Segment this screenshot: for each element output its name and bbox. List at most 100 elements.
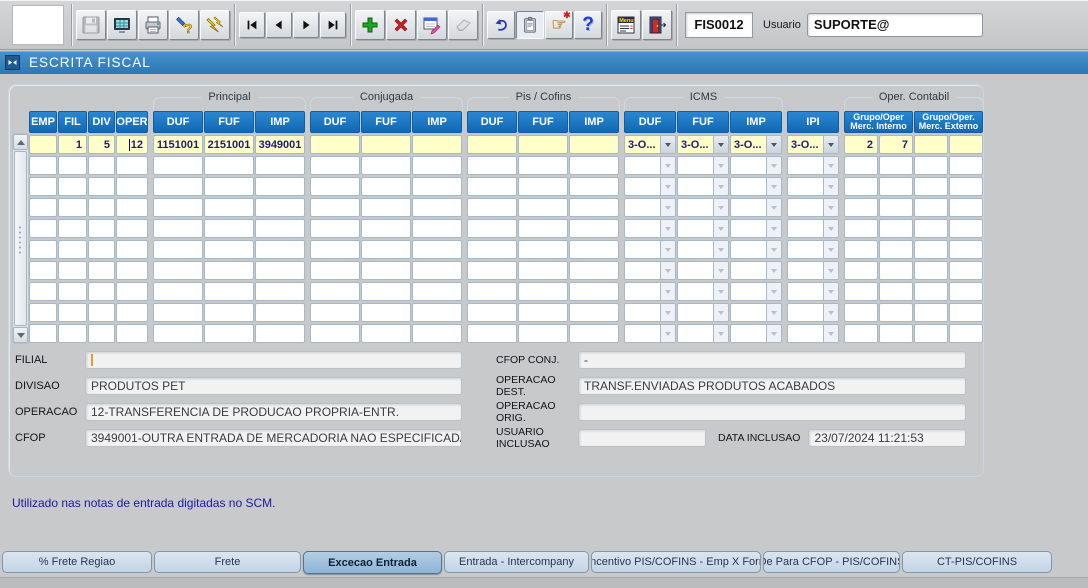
- cfop-field[interactable]: 3949001-OUTRA ENTRADA DE MERCADORIA NAO …: [85, 429, 462, 447]
- grid-cell-fil[interactable]: [58, 261, 87, 280]
- grid-cell-ge[interactable]: [914, 282, 948, 301]
- grid-cell-div[interactable]: [88, 261, 115, 280]
- grid-cell-c_fuf[interactable]: [361, 282, 411, 301]
- grid-cell-gi[interactable]: 2: [844, 135, 878, 154]
- grid-cell-icms_fuf[interactable]: [677, 240, 729, 259]
- grid-cell-ipi[interactable]: [787, 303, 839, 322]
- grid-cell-div[interactable]: [88, 303, 115, 322]
- grid-cell-pc_imp[interactable]: [569, 177, 619, 196]
- screen-button[interactable]: [107, 10, 137, 40]
- grid-cell-fil[interactable]: [58, 156, 87, 175]
- grid-cell-emp[interactable]: [29, 240, 57, 259]
- confirm-button[interactable]: ☞✱: [545, 11, 573, 39]
- grid-cell-pc_duf[interactable]: [467, 198, 517, 217]
- grid-cell-pc_fuf[interactable]: [518, 324, 568, 343]
- grid-cell-icms_duf[interactable]: [624, 282, 676, 301]
- grid-cell-c_imp[interactable]: [412, 303, 462, 322]
- grid-cell-ge[interactable]: [914, 261, 948, 280]
- grid-cell-c_duf[interactable]: [310, 282, 360, 301]
- grid-cell-c_imp[interactable]: [412, 240, 462, 259]
- grid-cell-c_duf[interactable]: [310, 240, 360, 259]
- grid-cell-pc_imp[interactable]: [569, 303, 619, 322]
- grid-cell-p_fuf[interactable]: [204, 177, 254, 196]
- grid-cell-icms_imp[interactable]: [730, 198, 782, 217]
- grid-cell-pc_fuf[interactable]: [518, 282, 568, 301]
- grid-cell-oper[interactable]: [116, 261, 148, 280]
- grid-cell-oper[interactable]: [116, 156, 148, 175]
- user-field[interactable]: SUPORTE@: [807, 13, 983, 37]
- tab-excecao-entrada[interactable]: Excecao Entrada: [303, 551, 442, 574]
- grid-cell-oi[interactable]: [879, 156, 913, 175]
- grid-cell-ge[interactable]: [914, 324, 948, 343]
- grid-cell-pc_duf[interactable]: [467, 324, 517, 343]
- grid-cell-pc_imp[interactable]: [569, 135, 619, 154]
- grid-cell-ipi[interactable]: [787, 261, 839, 280]
- dropdown-arrow-button[interactable]: [823, 136, 838, 153]
- grid-cell-div[interactable]: [88, 219, 115, 238]
- print-button[interactable]: [138, 10, 168, 40]
- grid-cell-icms_duf[interactable]: [624, 324, 676, 343]
- grid-cell-oi[interactable]: [879, 261, 913, 280]
- grid-cell-emp[interactable]: [29, 219, 57, 238]
- grid-cell-gi[interactable]: [844, 177, 878, 196]
- menu-button[interactable]: Menu: [611, 10, 641, 40]
- last-record-button[interactable]: [320, 12, 346, 38]
- dropdown-arrow-button[interactable]: [766, 136, 781, 153]
- grid-cell-emp[interactable]: [29, 324, 57, 343]
- grid-cell-icms_fuf[interactable]: 3-O...: [677, 135, 729, 154]
- grid-cell-oper[interactable]: [116, 282, 148, 301]
- grid-cell-gi[interactable]: [844, 156, 878, 175]
- grid-cell-icms_duf[interactable]: [624, 219, 676, 238]
- next-record-button[interactable]: [293, 12, 319, 38]
- grid-cell-p_imp[interactable]: [255, 240, 305, 259]
- grid-cell-ipi[interactable]: [787, 282, 839, 301]
- grid-cell-fil[interactable]: [58, 303, 87, 322]
- execute-button[interactable]: [200, 10, 230, 40]
- grid-cell-c_duf[interactable]: [310, 303, 360, 322]
- grid-cell-oe[interactable]: [949, 240, 983, 259]
- grid-cell-c_imp[interactable]: [412, 282, 462, 301]
- grid-cell-icms_fuf[interactable]: [677, 177, 729, 196]
- grid-cell-oper[interactable]: [116, 324, 148, 343]
- grid-cell-oi[interactable]: [879, 303, 913, 322]
- grid-vertical-scrollbar[interactable]: [12, 133, 29, 344]
- tab-frete[interactable]: Frete: [154, 551, 301, 573]
- grid-cell-oper[interactable]: [116, 240, 148, 259]
- grid-cell-oper[interactable]: 12: [116, 135, 148, 154]
- grid-cell-icms_duf[interactable]: 3-O...: [624, 135, 676, 154]
- undo-button[interactable]: [487, 11, 515, 39]
- grid-cell-icms_fuf[interactable]: [677, 282, 729, 301]
- first-record-button[interactable]: [239, 12, 265, 38]
- grid-cell-oe[interactable]: [949, 282, 983, 301]
- grid-cell-icms_imp[interactable]: [730, 303, 782, 322]
- program-code-field[interactable]: FIS0012: [685, 12, 753, 38]
- help-button[interactable]: ?: [574, 11, 602, 39]
- grid-cell-emp[interactable]: [29, 282, 57, 301]
- grid-cell-ipi[interactable]: [787, 177, 839, 196]
- grid-cell-icms_duf[interactable]: [624, 303, 676, 322]
- grid-cell-c_fuf[interactable]: [361, 261, 411, 280]
- tab-frete-regiao[interactable]: % Frete Regiao: [2, 551, 152, 573]
- grid-cell-pc_duf[interactable]: [467, 240, 517, 259]
- grid-cell-c_fuf[interactable]: [361, 324, 411, 343]
- grid-cell-c_imp[interactable]: [412, 156, 462, 175]
- grid-cell-icms_fuf[interactable]: [677, 156, 729, 175]
- grid-cell-div[interactable]: [88, 198, 115, 217]
- grid-cell-icms_duf[interactable]: [624, 156, 676, 175]
- grid-cell-c_imp[interactable]: [412, 177, 462, 196]
- grid-cell-gi[interactable]: [844, 261, 878, 280]
- filial-field[interactable]: [85, 351, 462, 369]
- grid-cell-fil[interactable]: [58, 324, 87, 343]
- grid-cell-p_imp[interactable]: [255, 156, 305, 175]
- grid-cell-emp[interactable]: [29, 135, 57, 154]
- grid-cell-div[interactable]: [88, 177, 115, 196]
- grid-cell-fil[interactable]: [58, 198, 87, 217]
- grid-cell-c_fuf[interactable]: [361, 135, 411, 154]
- grid-cell-icms_fuf[interactable]: [677, 324, 729, 343]
- grid-cell-pc_duf[interactable]: [467, 156, 517, 175]
- grid-cell-p_fuf[interactable]: [204, 240, 254, 259]
- operacao-dest-field[interactable]: TRANSF.ENVIADAS PRODUTOS ACABADOS: [578, 377, 966, 395]
- grid-cell-pc_duf[interactable]: [467, 303, 517, 322]
- grid-cell-p_duf[interactable]: [153, 177, 203, 196]
- grid-cell-c_imp[interactable]: [412, 219, 462, 238]
